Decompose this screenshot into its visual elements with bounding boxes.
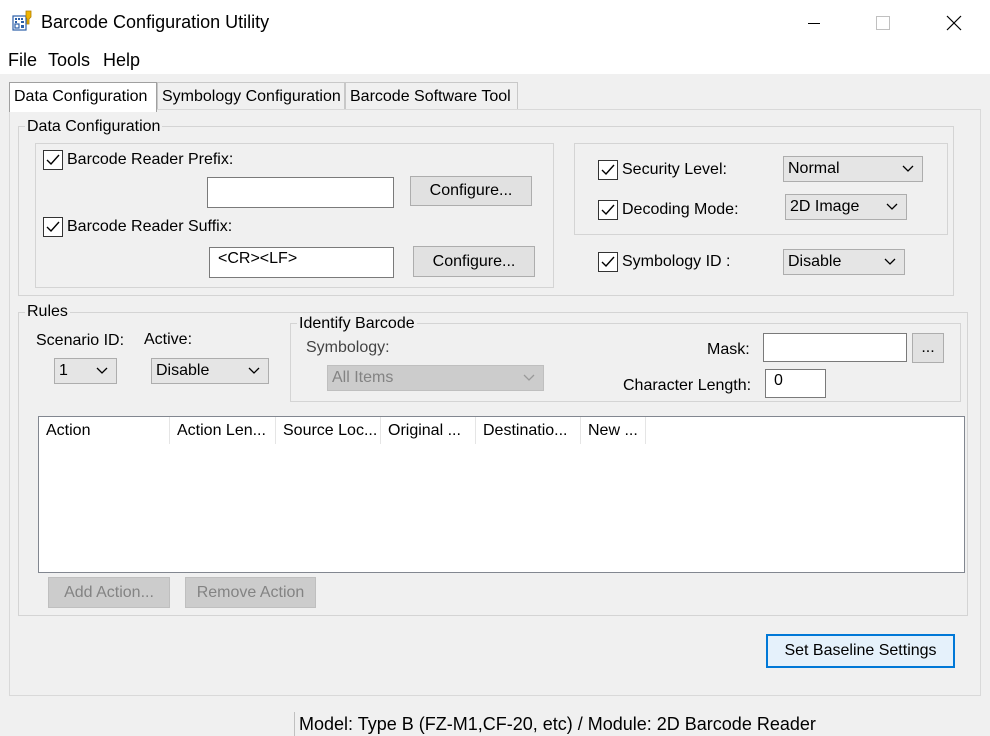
actions-table[interactable]: Action Action Len... Source Loc... Origi… <box>38 416 965 573</box>
menu-tools[interactable]: Tools <box>48 50 90 71</box>
symbology-id-label: Symbology ID : <box>622 253 731 270</box>
status-separator <box>294 712 295 736</box>
chevron-down-icon <box>248 367 260 374</box>
column-header-new[interactable]: New ... <box>581 417 646 444</box>
security-level-value: Normal <box>788 160 840 177</box>
maximize-icon[interactable] <box>860 0 906 46</box>
remove-action-button[interactable]: Remove Action <box>185 577 316 608</box>
chevron-down-icon <box>884 258 896 265</box>
close-icon[interactable] <box>931 0 977 46</box>
security-level-checkbox[interactable] <box>598 160 618 180</box>
tab-barcode-software-tool[interactable]: Barcode Software Tool <box>345 82 518 110</box>
decoding-mode-label: Decoding Mode: <box>622 201 739 218</box>
suffix-configure-button[interactable]: Configure... <box>413 246 535 277</box>
set-baseline-settings-button[interactable]: Set Baseline Settings <box>766 634 955 668</box>
active-label: Active: <box>144 331 193 348</box>
menu-bar <box>0 46 990 74</box>
add-action-button[interactable]: Add Action... <box>48 577 170 608</box>
decoding-mode-value: 2D Image <box>790 198 860 215</box>
suffix-field[interactable]: <CR><LF> <box>209 247 394 278</box>
chevron-down-icon <box>523 374 535 381</box>
minimize-icon[interactable] <box>791 0 837 46</box>
character-length-field[interactable]: 0 <box>765 369 826 398</box>
menu-file[interactable]: File <box>8 50 37 71</box>
mask-field[interactable] <box>763 333 907 362</box>
column-header-source-location[interactable]: Source Loc... <box>276 417 381 444</box>
prefix-checkbox[interactable] <box>43 150 63 170</box>
barcode-app-icon <box>12 10 34 34</box>
symbology-dropdown[interactable]: All Items <box>327 365 544 391</box>
status-text: Model: Type B (FZ-M1,CF-20, etc) / Modul… <box>299 714 816 734</box>
character-length-label: Character Length: <box>623 377 752 394</box>
scenario-id-dropdown[interactable]: 1 <box>54 358 117 384</box>
symbology-id-value: Disable <box>788 253 842 270</box>
data-configuration-group-label: Data Configuration <box>25 118 163 136</box>
identify-barcode-group-label: Identify Barcode <box>297 315 417 333</box>
prefix-field[interactable] <box>207 177 394 208</box>
mask-browse-button[interactable]: ... <box>912 333 944 363</box>
active-value: Disable <box>156 362 210 379</box>
decoding-mode-checkbox[interactable] <box>598 200 618 220</box>
security-level-label: Security Level: <box>622 161 727 178</box>
prefix-label: Barcode Reader Prefix: <box>67 151 234 168</box>
column-header-action-length[interactable]: Action Len... <box>170 417 276 444</box>
menu-help[interactable]: Help <box>103 50 140 71</box>
tab-data-configuration[interactable]: Data Configuration <box>9 82 157 112</box>
tab-symbology-configuration[interactable]: Symbology Configuration <box>157 82 345 110</box>
prefix-configure-button[interactable]: Configure... <box>410 176 532 206</box>
mask-label: Mask: <box>707 341 750 358</box>
symbology-id-checkbox[interactable] <box>598 252 618 272</box>
symbology-id-dropdown[interactable]: Disable <box>783 249 905 275</box>
chevron-down-icon <box>96 367 108 374</box>
decoding-mode-dropdown[interactable]: 2D Image <box>785 194 907 220</box>
chevron-down-icon <box>902 165 914 172</box>
column-header-original[interactable]: Original ... <box>381 417 476 444</box>
scenario-id-label: Scenario ID: <box>36 332 125 349</box>
security-level-dropdown[interactable]: Normal <box>783 156 923 182</box>
symbology-value: All Items <box>332 369 394 386</box>
column-header-action[interactable]: Action <box>39 417 170 444</box>
active-dropdown[interactable]: Disable <box>151 358 269 384</box>
suffix-label: Barcode Reader Suffix: <box>67 218 233 235</box>
rules-group-label: Rules <box>25 303 70 321</box>
column-header-destination[interactable]: Destinatio... <box>476 417 581 444</box>
symbology-label: Symbology: <box>306 339 390 356</box>
chevron-down-icon <box>886 203 898 210</box>
window-title: Barcode Configuration Utility <box>41 12 270 32</box>
suffix-checkbox[interactable] <box>43 217 63 237</box>
scenario-id-value: 1 <box>59 362 68 379</box>
